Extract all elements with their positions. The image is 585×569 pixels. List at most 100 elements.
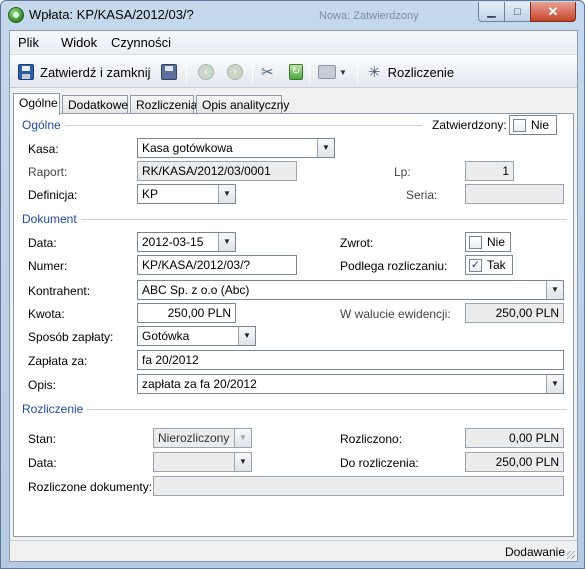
title-bar[interactable]: Wpłata: KP/KASA/2012/03/? Nowa: Zatwierd…	[1, 1, 584, 29]
definicja-select[interactable]: KP ▼	[137, 184, 236, 204]
zatwierdzony-checkbox[interactable]: Nie	[509, 115, 557, 135]
menu-plik[interactable]: Plik	[18, 35, 39, 50]
rozliczone-dokumenty-field	[153, 476, 564, 496]
tab-ogolne[interactable]: Ogólne	[13, 93, 60, 115]
print-icon	[318, 65, 336, 79]
stan-label: Stan:	[28, 432, 57, 446]
rozliczenie-data-label: Data:	[28, 456, 57, 470]
back-icon: ‹	[198, 64, 214, 80]
checkmark-icon: ✓	[469, 258, 482, 272]
menu-czynnosci[interactable]: Czynności	[111, 35, 171, 50]
chevron-down-icon: ▼	[339, 67, 347, 77]
chevron-down-icon[interactable]: ▼	[218, 185, 235, 203]
close-button[interactable]: ✕	[530, 2, 576, 22]
tab-opis-analityczny[interactable]: Opis analityczny	[196, 95, 289, 114]
toolbar: Zatwierdź i zamknij ‹ › ✂ ↻ ▼ ✳ Rozlicze…	[10, 54, 577, 88]
lp-field: 1	[465, 161, 514, 181]
zaplata-value: fa 20/2012	[142, 353, 199, 367]
data-label: Data:	[28, 236, 57, 250]
window-client: Plik Widok Czynności Zatwierdź i zamknij…	[9, 30, 578, 562]
data-value: 2012-03-15	[142, 235, 204, 249]
zatwierdzony-label: Zatwierdzony:	[432, 118, 507, 132]
chevron-down-icon[interactable]: ▼	[317, 139, 334, 157]
kasa-select[interactable]: Kasa gotówkowa ▼	[137, 138, 335, 158]
raport-value: RK/KASA/2012/03/0001	[142, 164, 271, 178]
refresh-button[interactable]: ↻	[289, 62, 303, 82]
lp-value: 1	[502, 164, 509, 178]
data-datepicker[interactable]: 2012-03-15 ▼	[137, 232, 236, 252]
stan-select: Nierozliczony ▼	[153, 428, 252, 448]
zwrot-label: Zwrot:	[340, 236, 374, 250]
kwota-value: 250,00 PLN	[167, 306, 231, 320]
definicja-label: Definicja:	[28, 188, 78, 202]
kwota-input[interactable]: 250,00 PLN	[137, 303, 236, 323]
toolbar-separator	[309, 61, 310, 83]
lp-label: Lp:	[394, 165, 411, 179]
zwrot-checkbox[interactable]: Nie	[465, 232, 511, 252]
tools-button[interactable]: ✂	[261, 62, 274, 82]
forward-button[interactable]: ›	[227, 62, 243, 82]
podlega-label: Podlega rozliczaniu:	[340, 259, 448, 273]
rozliczenie-data-select[interactable]: ▼	[153, 452, 252, 472]
section-divider	[22, 409, 567, 410]
seria-field	[465, 184, 564, 204]
numer-input[interactable]: KP/KASA/2012/03/?	[137, 255, 297, 275]
stan-value: Nierozliczony	[158, 431, 230, 445]
chevron-down-icon[interactable]: ▼	[218, 233, 235, 251]
kontrahent-value: ABC Sp. z o.o (Abc)	[142, 283, 250, 297]
maximize-button[interactable]: □	[504, 2, 531, 22]
chevron-down-icon[interactable]: ▼	[546, 375, 563, 393]
section-divider	[22, 219, 567, 220]
kontrahent-select[interactable]: ABC Sp. z o.o (Abc) ▼	[137, 280, 564, 300]
zaplata-input[interactable]: fa 20/2012	[137, 350, 564, 370]
numer-value: KP/KASA/2012/03/?	[142, 258, 251, 272]
section-rozliczenie: Rozliczenie	[22, 402, 88, 416]
podlega-checkbox[interactable]: ✓ Tak	[465, 255, 513, 275]
menu-widok[interactable]: Widok	[61, 35, 97, 50]
window-frame: Wpłata: KP/KASA/2012/03/? Nowa: Zatwierd…	[0, 0, 585, 569]
tab-panel-ogolne: Ogólne Zatwierdzony: Nie Kasa: Kasa gotó…	[13, 113, 574, 537]
chevron-down-icon[interactable]: ▼	[546, 281, 563, 299]
rozliczenie-button[interactable]: ✳ Rozliczenie	[368, 62, 454, 82]
rozliczono-label: Rozliczono:	[340, 432, 403, 446]
menu-bar: Plik Widok Czynności	[10, 31, 577, 53]
minimize-button[interactable]: ▁	[478, 2, 505, 22]
chevron-down-icon[interactable]: ▼	[238, 327, 255, 345]
toolbar-separator	[186, 61, 187, 83]
waluta-label: W walucie ewidencji:	[340, 307, 451, 321]
zwrot-value: Nie	[487, 235, 506, 249]
tab-rozliczenia[interactable]: Rozliczenia	[130, 95, 197, 114]
print-button[interactable]: ▼	[318, 62, 347, 82]
do-rozliczenia-label: Do rozliczenia:	[340, 456, 419, 470]
do-rozliczenia-field: 250,00 PLN	[465, 452, 564, 472]
save-icon	[18, 64, 34, 80]
kontrahent-label: Kontrahent:	[28, 284, 91, 298]
opis-combo[interactable]: zapłata za fa 20/2012 ▼	[137, 374, 564, 394]
sposob-label: Sposób zapłaty:	[28, 330, 114, 344]
podlega-value: Tak	[487, 258, 506, 272]
do-rozliczenia-value: 250,00 PLN	[495, 455, 559, 469]
waluta-value: 250,00 PLN	[495, 306, 559, 320]
back-button[interactable]: ‹	[198, 62, 214, 82]
save-copy-button[interactable]	[161, 62, 177, 82]
minimize-icon: ▁	[487, 6, 496, 18]
checkbox-unchecked-icon	[469, 235, 482, 249]
status-mode: Dodawanie	[504, 545, 565, 559]
kwota-label: Kwota:	[28, 307, 65, 321]
refresh-icon: ↻	[289, 64, 303, 80]
status-bar: Dodawanie	[10, 540, 577, 561]
rozliczono-field: 0,00 PLN	[465, 428, 564, 448]
save-close-button[interactable]: Zatwierdź i zamknij	[18, 62, 151, 82]
sposob-value: Gotówka	[142, 329, 190, 343]
app-icon	[8, 7, 24, 23]
section-ogolne: Ogólne	[22, 118, 65, 132]
sposob-select[interactable]: Gotówka ▼	[137, 326, 256, 346]
window-title: Wpłata: KP/KASA/2012/03/?	[29, 7, 194, 22]
opis-label: Opis:	[28, 378, 57, 392]
numer-label: Numer:	[28, 259, 68, 273]
tab-dodatkowe[interactable]: Dodatkowe	[62, 95, 128, 114]
waluta-field: 250,00 PLN	[465, 303, 564, 323]
settle-icon: ✳	[368, 64, 381, 81]
chevron-down-icon[interactable]: ▼	[234, 453, 251, 471]
resize-grip-icon[interactable]	[567, 551, 575, 559]
